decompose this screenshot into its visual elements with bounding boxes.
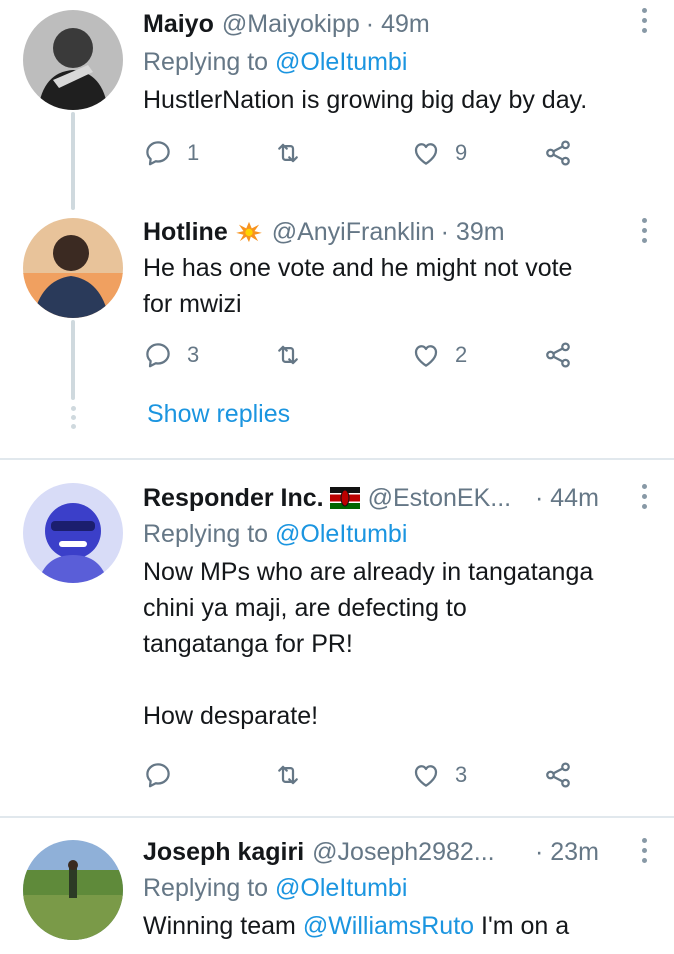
retweet-button[interactable]: [273, 340, 303, 370]
more-icon[interactable]: [640, 484, 648, 509]
share-button[interactable]: [543, 340, 573, 370]
action-bar: 3 2: [143, 340, 583, 376]
tweet[interactable]: Maiyo @Maiyokipp · 49m Replying to @OleI…: [0, 0, 674, 210]
like-count: 2: [455, 342, 468, 367]
tweet[interactable]: Hotline @AnyiFranklin · 39m He has one v…: [0, 210, 674, 460]
tweet-text-line: He has one vote and he might not vote: [143, 254, 573, 282]
replying-to: Replying to @OleItumbi: [143, 872, 624, 904]
share-icon: [543, 340, 573, 370]
tweet[interactable]: Joseph kagiri @Joseph2982... · 23m Reply…: [0, 832, 674, 954]
timestamp[interactable]: · 23m: [535, 836, 599, 868]
author-handle[interactable]: @Maiyokipp: [222, 8, 360, 40]
thread-dots: [70, 406, 76, 429]
tweet-text-line: How desparate!: [143, 702, 319, 730]
action-bar: 3: [143, 760, 583, 796]
thread-line: [71, 112, 75, 210]
avatar[interactable]: [23, 840, 123, 940]
replying-label: Replying to: [143, 520, 269, 548]
replying-label: Replying to: [143, 874, 269, 902]
retweet-icon: [273, 760, 303, 790]
share-button[interactable]: [543, 138, 573, 168]
timestamp[interactable]: · 44m: [535, 482, 599, 514]
reply-icon: [143, 340, 173, 370]
like-count: 3: [455, 762, 468, 787]
like-icon: [411, 760, 441, 790]
more-icon[interactable]: [640, 218, 648, 243]
tweet-text-line: Now MPs who are already in tangatanga: [143, 558, 594, 586]
author-handle[interactable]: @AnyiFranklin: [272, 216, 435, 248]
like-count: 9: [455, 140, 468, 165]
tweet-text-line: chini ya maji, are defecting to: [143, 594, 467, 622]
mention-link[interactable]: @OleItumbi: [275, 520, 407, 548]
more-icon[interactable]: [640, 838, 648, 863]
share-icon: [543, 760, 573, 790]
avatar[interactable]: [23, 483, 123, 583]
retweet-icon: [273, 138, 303, 168]
tweet-text-start: Winning team: [143, 912, 296, 940]
author-name[interactable]: Responder Inc.: [143, 482, 324, 514]
tweet-text: Now MPs who are already in tangatanga ch…: [143, 554, 624, 734]
retweet-button[interactable]: [273, 138, 303, 168]
mention-link[interactable]: @WilliamsRuto: [303, 912, 474, 940]
reply-count: 3: [187, 342, 200, 367]
like-button[interactable]: 9: [411, 138, 467, 168]
author-name[interactable]: Maiyo: [143, 8, 214, 40]
avatar[interactable]: [23, 10, 123, 110]
show-replies-link[interactable]: Show replies: [147, 400, 290, 429]
tweet-text: Winning team @WilliamsRuto I'm on a: [143, 908, 624, 944]
like-icon: [411, 138, 441, 168]
tweet-text-line: for mwizi: [143, 290, 242, 318]
author-handle[interactable]: @EstonEK...: [368, 482, 512, 514]
avatar[interactable]: [23, 218, 123, 318]
mention-link[interactable]: @OleItumbi: [275, 874, 407, 902]
replying-label: Replying to: [143, 48, 269, 76]
replying-to: Replying to @OleItumbi: [143, 518, 624, 550]
reply-count: 1: [187, 140, 200, 165]
retweet-icon: [273, 340, 303, 370]
tweet-text-end: I'm on a: [481, 912, 570, 940]
share-button[interactable]: [543, 760, 573, 790]
author-handle[interactable]: @Joseph2982...: [312, 836, 494, 868]
reply-button[interactable]: [143, 760, 173, 790]
timestamp[interactable]: · 49m: [366, 8, 430, 40]
author-name[interactable]: Hotline: [143, 216, 228, 248]
action-bar: 1 9: [143, 138, 583, 174]
mention-link[interactable]: @OleItumbi: [275, 48, 407, 76]
reply-icon: [143, 760, 173, 790]
tweet-text: He has one vote and he might not vote fo…: [143, 250, 624, 322]
share-icon: [543, 138, 573, 168]
tweet-text: HustlerNation is growing big day by day.: [143, 86, 588, 114]
reply-button[interactable]: 1: [143, 138, 199, 168]
divider: [0, 816, 674, 818]
timestamp[interactable]: · 39m: [441, 216, 505, 248]
thread-line: [71, 320, 75, 400]
more-icon[interactable]: [640, 8, 648, 33]
like-icon: [411, 340, 441, 370]
tweet-text-line: tangatanga for PR!: [143, 630, 353, 658]
reply-icon: [143, 138, 173, 168]
like-button[interactable]: 3: [411, 760, 467, 790]
divider: [0, 458, 674, 460]
replying-to: Replying to @OleItumbi: [143, 46, 624, 78]
like-button[interactable]: 2: [411, 340, 467, 370]
reply-button[interactable]: 3: [143, 340, 199, 370]
tweet[interactable]: Responder Inc. @EstonEK... · 44m Replyin…: [0, 478, 674, 814]
author-name[interactable]: Joseph kagiri: [143, 836, 304, 868]
kenya-flag-emoji-icon: [329, 487, 360, 509]
collision-emoji-icon: [235, 221, 262, 243]
retweet-button[interactable]: [273, 760, 303, 790]
